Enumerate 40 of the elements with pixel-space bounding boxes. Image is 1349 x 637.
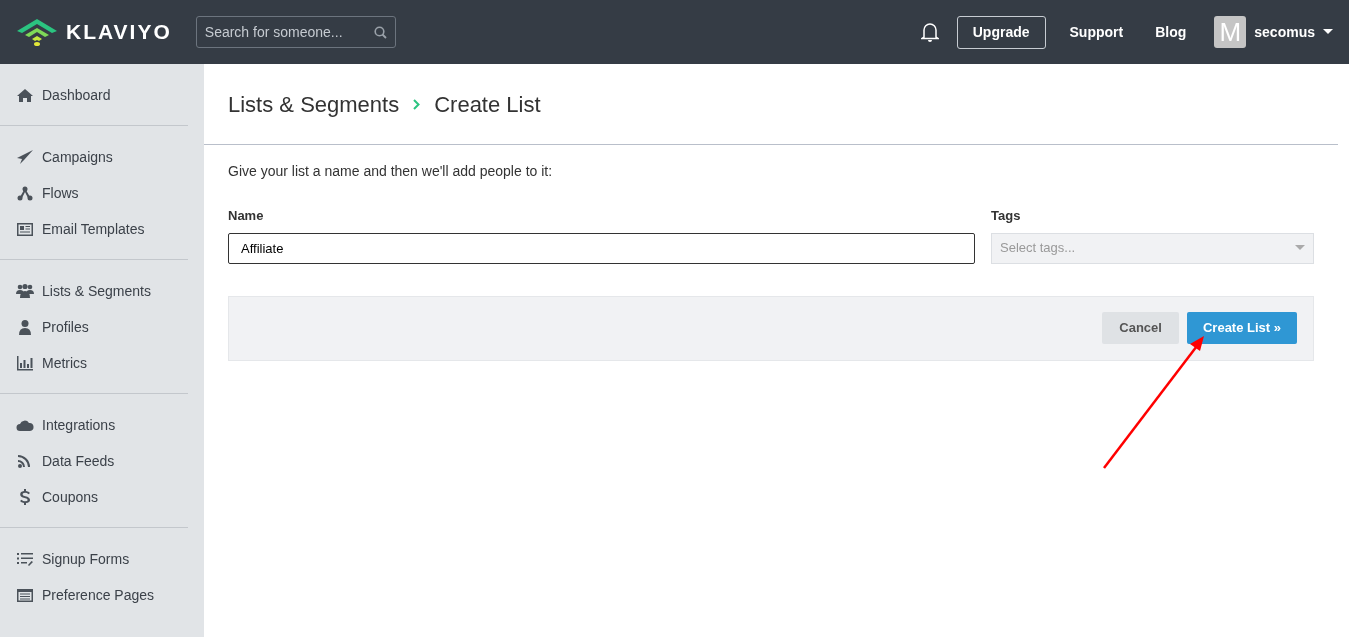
caret-icon[interactable] <box>1323 29 1333 35</box>
breadcrumb-link[interactable]: Lists & Segments <box>228 87 400 121</box>
house-icon <box>16 87 34 103</box>
field-label: Name <box>228 207 265 225</box>
logo-icon <box>16 17 58 47</box>
page-title: Create List <box>434 90 541 119</box>
nodes-icon <box>16 185 34 201</box>
sidebar-item[interactable]: Lists & Segments <box>0 273 188 309</box>
sidebar-item[interactable]: Metrics <box>0 345 188 381</box>
logo-text: KLAVIYO <box>66 19 172 46</box>
sidebar-item[interactable]: Flows <box>0 175 188 211</box>
upgrade-button[interactable]: Upgrade <box>956 15 1046 49</box>
list-pen-icon <box>16 551 34 567</box>
people-icon <box>16 283 34 299</box>
user-name[interactable]: secomus <box>1254 21 1315 43</box>
nav-link[interactable]: Support <box>1069 21 1124 43</box>
sidebar-item[interactable]: Profiles <box>0 309 188 345</box>
cancel-button[interactable]: Cancel <box>1102 312 1179 344</box>
sidebar-item[interactable]: Data Feeds <box>0 443 188 479</box>
field-label: Tags <box>991 207 1022 225</box>
search-icon[interactable] <box>373 26 387 39</box>
sidebar-item[interactable]: Email Templates <box>0 211 188 247</box>
sidebar-item[interactable]: Dashboard <box>0 77 188 113</box>
nav-link[interactable]: Blog <box>1155 21 1187 43</box>
paper-plane-icon <box>16 149 34 165</box>
chevron-icon <box>413 98 421 110</box>
name-input[interactable]: Affiliate <box>228 232 975 264</box>
intro-text: Give your list a name and then we'll add people to it: <box>228 162 554 181</box>
sidebar-item[interactable]: Coupons <box>0 479 188 515</box>
sidebar-item[interactable]: Signup Forms <box>0 541 188 577</box>
newspaper-icon <box>16 221 34 237</box>
avatar: M <box>1214 16 1247 48</box>
bar-chart-icon <box>16 355 34 371</box>
window-list-icon <box>16 587 34 603</box>
person-icon <box>16 319 34 335</box>
sidebar-item[interactable]: Integrations <box>0 407 188 443</box>
sidebar-item[interactable]: Campaigns <box>0 139 188 175</box>
sidebar-item[interactable]: Preference Pages <box>0 577 188 613</box>
search-field[interactable]: Search for someone... <box>195 16 396 48</box>
bell-icon[interactable] <box>920 22 939 42</box>
